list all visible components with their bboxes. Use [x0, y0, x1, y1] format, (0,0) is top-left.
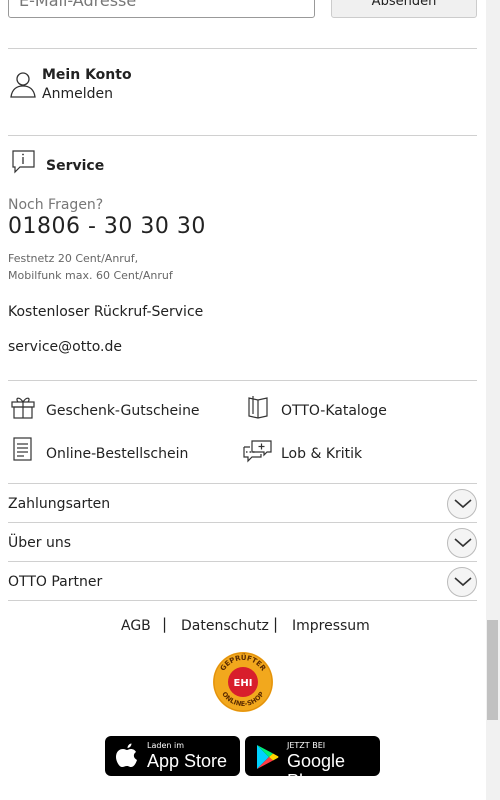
accordion-label: OTTO Partner — [8, 574, 103, 590]
quick-link-label: Online-Bestellschein — [46, 446, 189, 462]
privacy-link[interactable]: Datenschutz — [181, 617, 269, 635]
cost-note-1: Festnetz 20 Cent/Anruf, — [8, 252, 139, 265]
login-link[interactable]: Anmelden — [42, 85, 113, 103]
accordion-partner[interactable]: OTTO Partner — [8, 562, 477, 601]
separator: | — [162, 615, 168, 633]
accordion-about[interactable]: Über uns — [8, 523, 477, 562]
service-phone[interactable]: 01806 - 30 30 30 — [8, 213, 206, 241]
callback-link[interactable]: Kostenloser Rückruf-Service — [8, 303, 203, 321]
agb-link[interactable]: AGB — [121, 617, 151, 635]
accordion-label: Über uns — [8, 535, 71, 551]
divider — [8, 600, 477, 601]
quick-link-label: OTTO-Kataloge — [281, 403, 387, 419]
feedback-link[interactable]: Lob & Kritik — [243, 436, 473, 468]
apple-icon — [115, 743, 139, 773]
order-form-icon — [13, 437, 33, 465]
email-input[interactable]: E-Mail-Adresse — [8, 0, 315, 18]
account-title[interactable]: Mein Konto — [42, 66, 132, 84]
order-form-link[interactable]: Online-Bestellschein — [8, 436, 238, 468]
scrollbar-thumb[interactable] — [487, 620, 498, 720]
divider — [8, 380, 477, 381]
info-icon — [12, 150, 36, 178]
accordion-label: Zahlungsarten — [8, 496, 111, 512]
quick-link-label: Lob & Kritik — [281, 446, 363, 462]
ehi-seal-graphic: GEPRÜFTER ONLINE-SHOP EHI — [213, 652, 273, 712]
service-question: Noch Fragen? — [8, 197, 104, 213]
app-store-badge[interactable]: Laden im App Store — [105, 736, 240, 776]
divider — [8, 135, 477, 136]
appstore-small-text: Laden im — [147, 741, 184, 750]
separator: | — [273, 615, 279, 633]
user-icon — [10, 70, 36, 102]
googleplay-big-text: Google Play — [287, 751, 346, 791]
gift-vouchers-link[interactable]: Geschenk-Gutscheine — [8, 393, 238, 425]
appstore-big-text: App Store — [147, 751, 228, 771]
submit-button[interactable]: Absenden — [331, 0, 477, 18]
chevron-down-icon[interactable] — [447, 489, 477, 519]
quick-link-label: Geschenk-Gutscheine — [46, 403, 200, 419]
cost-note-2: Mobilfunk max. 60 Cent/Anruf — [8, 269, 173, 282]
divider — [8, 48, 477, 49]
service-title: Service — [46, 158, 105, 174]
gift-icon — [10, 395, 36, 423]
imprint-link[interactable]: Impressum — [292, 617, 370, 635]
catalogs-link[interactable]: OTTO-Kataloge — [243, 393, 473, 425]
seal-center-text: EHI — [234, 678, 253, 689]
chevron-down-icon[interactable] — [447, 528, 477, 558]
google-play-badge[interactable]: JETZT BEI Google Play — [245, 736, 380, 791]
googleplay-small-text: JETZT BEI — [287, 741, 326, 750]
accordion-payment[interactable]: Zahlungsarten — [8, 484, 477, 523]
google-play-icon — [255, 744, 279, 774]
catalog-icon — [245, 395, 271, 423]
feedback-icon — [243, 439, 273, 467]
service-email-link[interactable]: service@otto.de — [8, 338, 122, 356]
ehi-seal-logo[interactable]: GEPRÜFTER ONLINE-SHOP EHI — [212, 651, 274, 713]
chevron-down-icon[interactable] — [447, 567, 477, 597]
